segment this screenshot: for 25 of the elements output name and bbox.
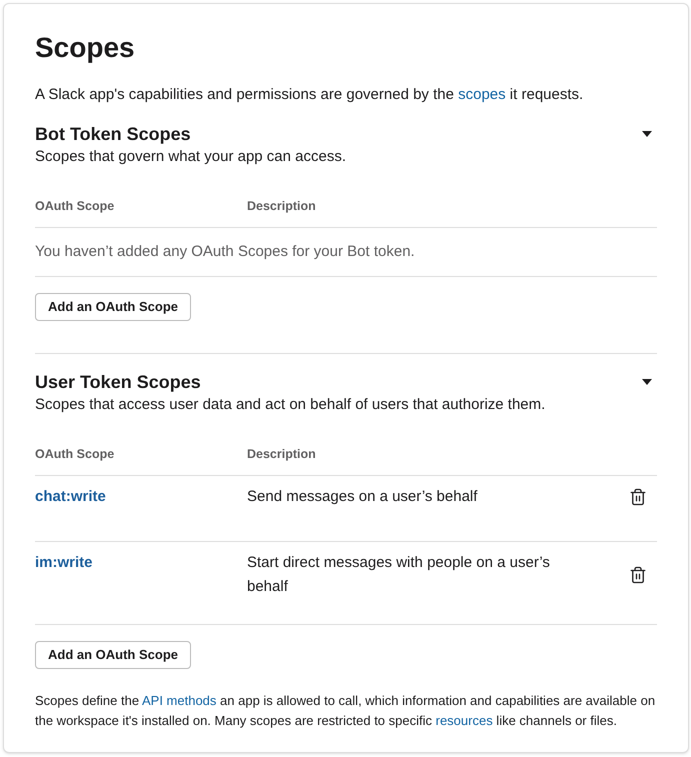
column-header: OAuth Scope bbox=[35, 199, 114, 213]
section-title: User Token Scopes bbox=[35, 371, 201, 394]
empty-message: You haven’t added any OAuth Scopes for your Bot token. bbox=[35, 242, 416, 262]
caret-icon[interactable] bbox=[642, 379, 652, 385]
scope-name[interactable]: chat:write bbox=[35, 488, 106, 505]
trash-icon[interactable] bbox=[629, 488, 647, 506]
section-subtitle: Scopes that govern what your app can access. bbox=[35, 147, 348, 167]
inline-link[interactable]: resources bbox=[436, 713, 493, 728]
column-header: Description bbox=[247, 199, 316, 213]
scope-description: Send messages on a user’s behalf bbox=[247, 487, 478, 507]
intro-text: A Slack app's capabilities and permissions are governed by the scopes it requests. bbox=[35, 85, 584, 105]
section-subtitle: Scopes that access user data and act on behalf of users that authorize them. bbox=[35, 395, 546, 415]
add-scope-button[interactable]: Add an OAuth Scope bbox=[35, 641, 191, 669]
inline-link[interactable]: scopes bbox=[458, 86, 506, 103]
add-scope-button[interactable]: Add an OAuth Scope bbox=[35, 293, 191, 321]
scope-name[interactable]: im:write bbox=[35, 554, 93, 571]
scope-description: Start direct messages with people on a user’s behalf bbox=[247, 553, 551, 597]
page-title: Scopes bbox=[35, 31, 136, 65]
inline-link[interactable]: API methods bbox=[142, 693, 216, 708]
column-header: Description bbox=[247, 447, 316, 461]
footer-text: Scopes define the API methods an app is allowed to call, which information and capabilities are available on the workspace it's installed on. Many scopes are restricted to specific resources like channels or files. bbox=[35, 692, 656, 730]
column-header: OAuth Scope bbox=[35, 447, 114, 461]
section-title: Bot Token Scopes bbox=[35, 123, 191, 146]
caret-icon[interactable] bbox=[642, 131, 652, 137]
trash-icon[interactable] bbox=[629, 566, 647, 584]
